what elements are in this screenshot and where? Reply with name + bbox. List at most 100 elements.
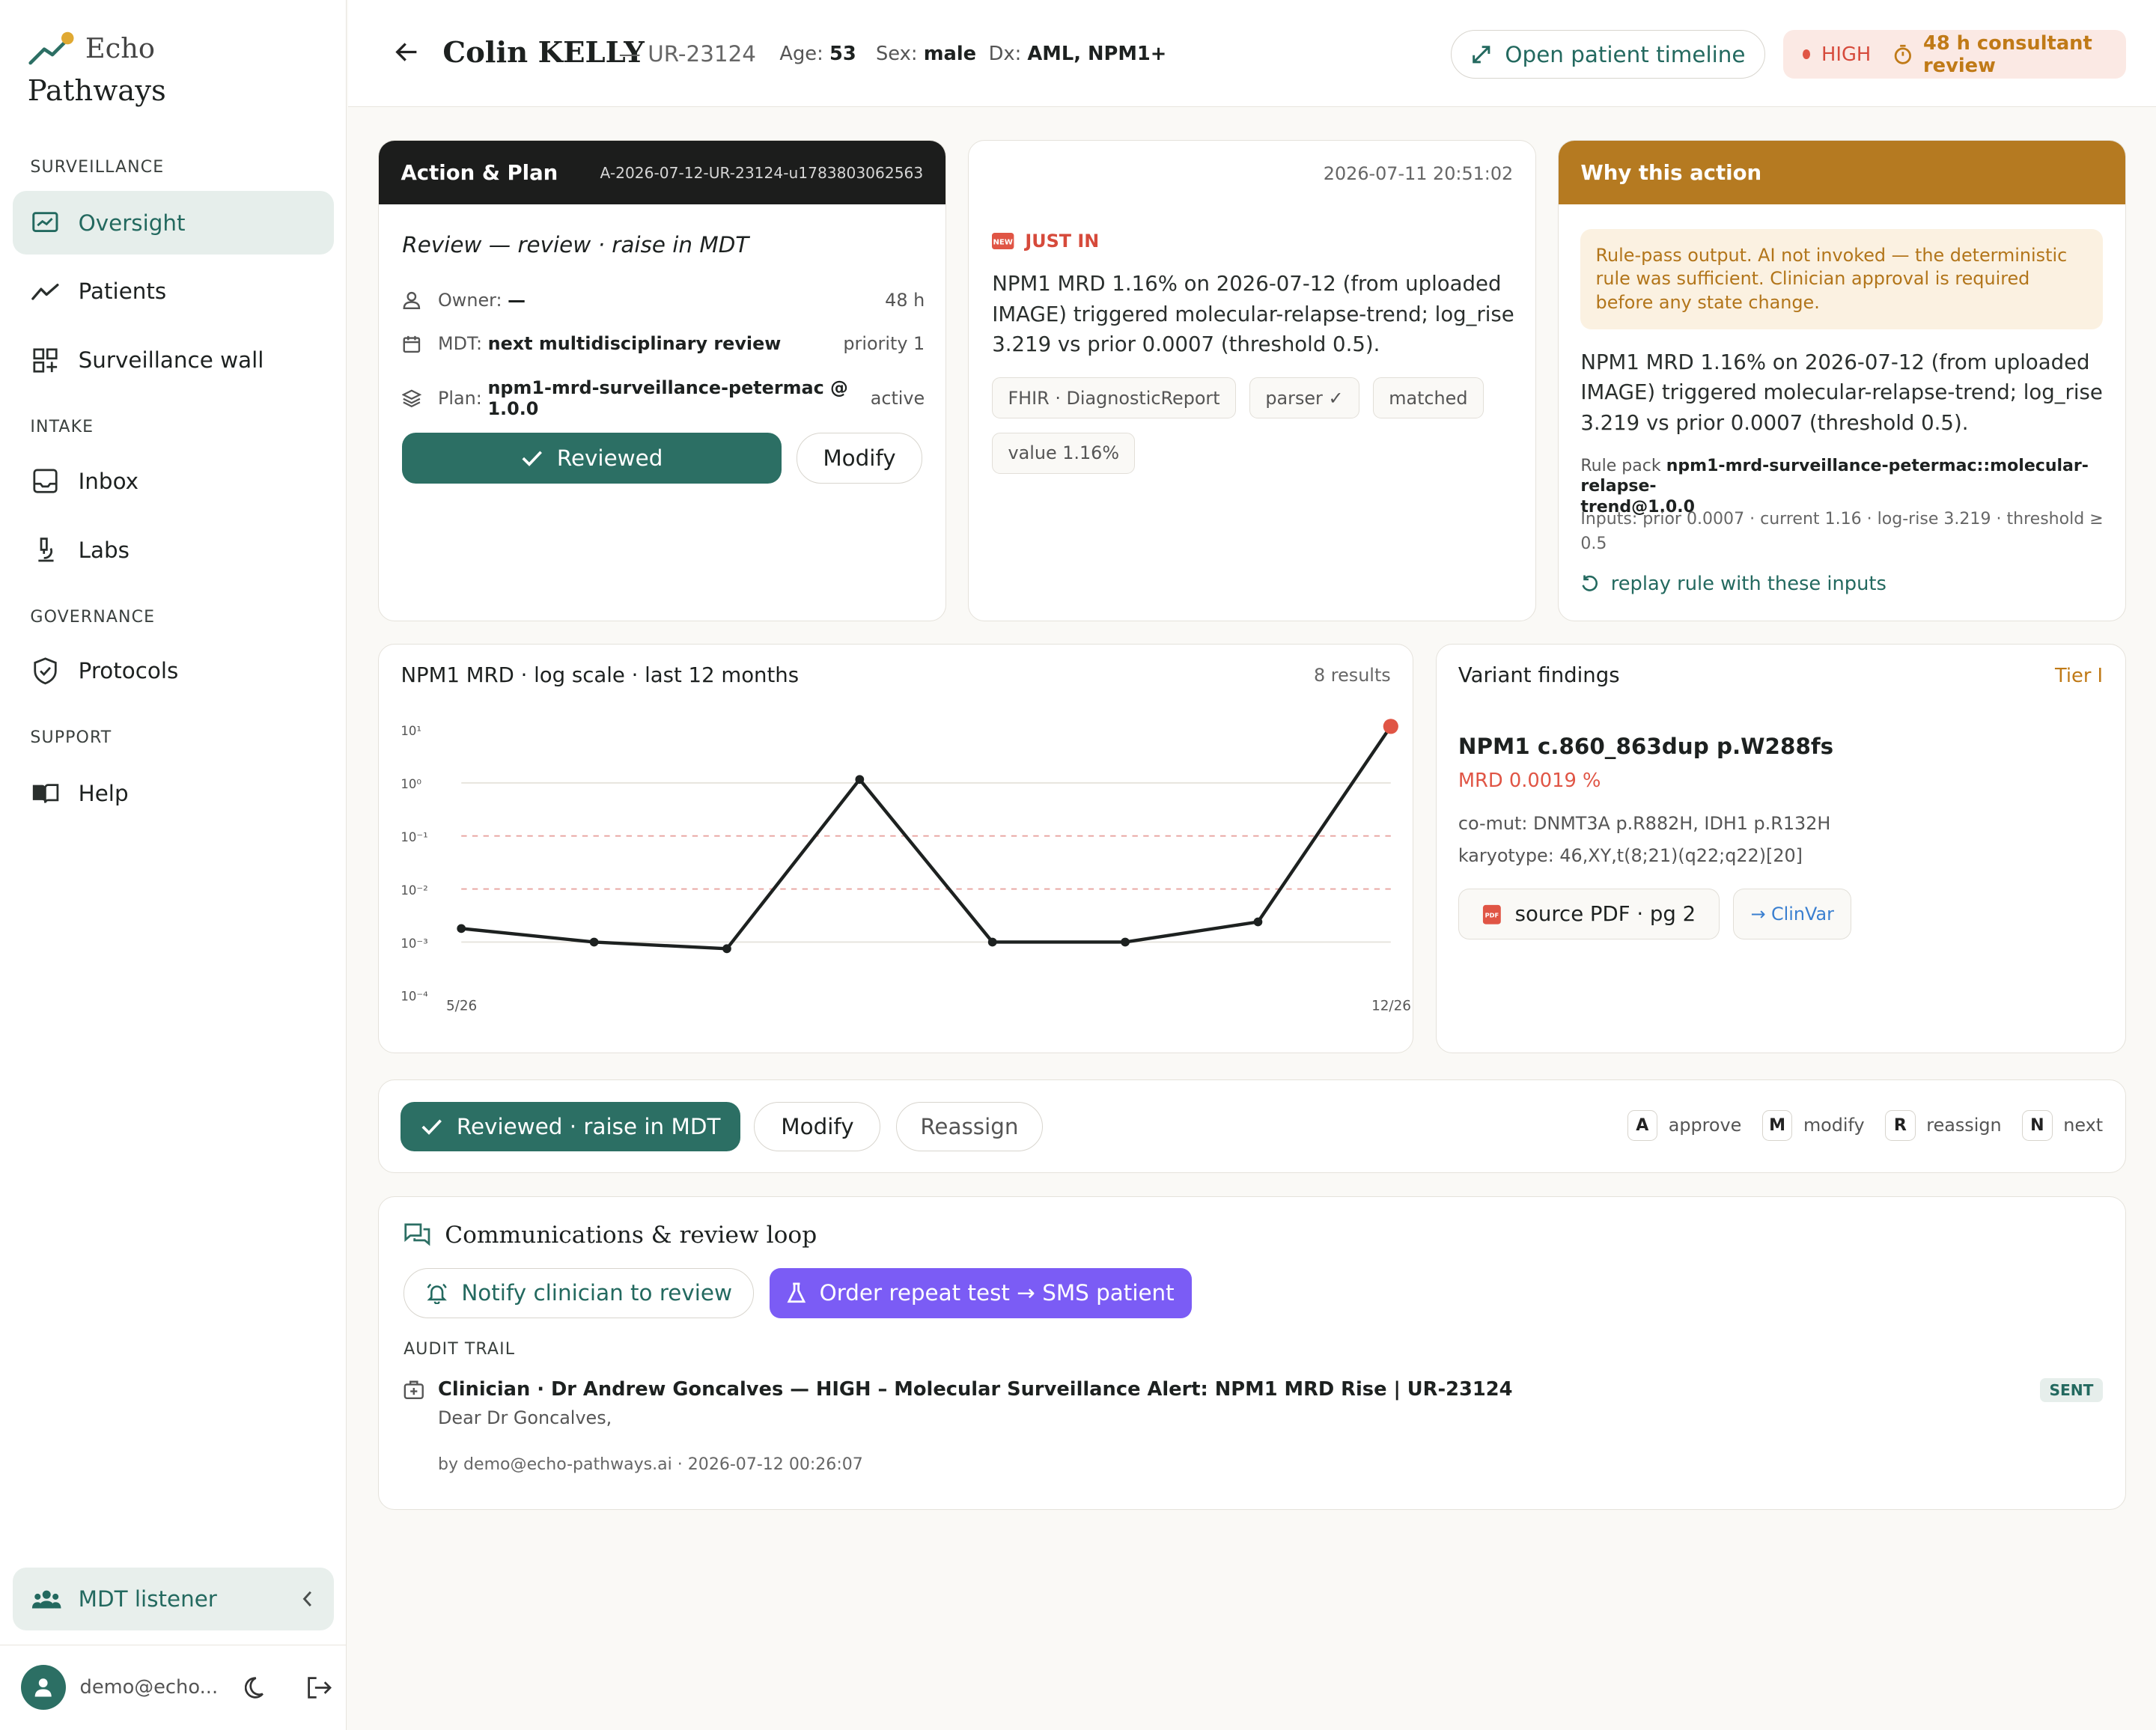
monitor-chart-icon — [31, 209, 59, 237]
brand-name-top: Echo — [85, 31, 155, 64]
keyboard-shortcuts: A approve M modify R reassign N next — [1627, 1110, 2103, 1141]
open-timeline-button[interactable]: Open patient timeline — [1450, 30, 1766, 79]
variant-karyotype: karyotype: 46,XY,t(8;21)(q22;q22)[20] — [1458, 844, 1803, 866]
event-text: NPM1 MRD 1.16% on 2026-07-12 (from uploa… — [992, 272, 1514, 356]
sidebar-item-label: Help — [78, 780, 129, 806]
severity-level: HIGH — [1821, 43, 1872, 66]
data-point — [1121, 937, 1130, 946]
modify-button[interactable]: Modify — [797, 432, 922, 484]
order-repeat-test-button[interactable]: Order repeat test → SMS patient — [769, 1268, 1192, 1318]
series-line — [461, 725, 1392, 951]
variant-card: Variant findings Tier I NPM1 c.860_863du… — [1435, 643, 2126, 1053]
section-support: SUPPORT — [30, 728, 112, 748]
tag-matched: matched — [1373, 377, 1484, 419]
trend-line-icon — [31, 278, 59, 305]
audit-entry-meta: by demo@echo-pathways.ai · 2026-07-12 00… — [438, 1455, 863, 1475]
mdt-row: MDT: next multidisciplinary review prior… — [402, 333, 925, 354]
y-tick-label: 10¹ — [401, 724, 421, 738]
moon-icon[interactable] — [244, 1675, 270, 1700]
why-title: Why this action — [1558, 141, 2125, 204]
sidebar: Echo Pathways SURVEILLANCE Oversight Pat… — [0, 0, 347, 1730]
y-tick-label: 10⁻¹ — [401, 830, 427, 844]
section-governance: GOVERNANCE — [30, 607, 156, 627]
sidebar-item-labs[interactable]: Labs — [13, 518, 335, 581]
sidebar-item-label: Surveillance wall — [78, 347, 264, 374]
logout-icon[interactable] — [305, 1675, 333, 1700]
audit-trail-label: AUDIT TRAIL — [404, 1339, 516, 1359]
why-text: NPM1 MRD 1.16% on 2026-07-12 (from uploa… — [1580, 350, 2103, 435]
svg-text:PDF: PDF — [1484, 911, 1499, 919]
event-timestamp: 2026-07-11 20:51:02 — [1323, 162, 1514, 184]
variant-title: Variant findings — [1458, 663, 1620, 688]
priority: priority 1 — [843, 333, 925, 355]
brand-logo[interactable]: Echo Pathways — [28, 30, 166, 108]
microscope-icon — [31, 536, 59, 564]
action-subtitle: Review — review · raise in MDT — [402, 231, 749, 258]
data-point — [589, 937, 599, 946]
plan-row: Plan: npm1-mrd-surveillance-petermac @ 1… — [402, 377, 925, 419]
tag-value: value 1.16% — [992, 432, 1136, 474]
patient-header: Colin KELLY — UR-23124 Age: 53 Sex: male… — [347, 0, 2156, 108]
notify-clinician-button[interactable]: Notify clinician to review — [404, 1268, 755, 1318]
variant-comut: co-mut: DNMT3A p.R882H, IDH1 p.R132H — [1458, 813, 1831, 835]
new-badge-icon: NEW — [992, 232, 1014, 249]
audit-entry-body: Dear Dr Goncalves, — [438, 1407, 612, 1428]
data-point — [1253, 917, 1263, 926]
patient-ur: — UR-23124 — [618, 41, 756, 67]
svg-text:NEW: NEW — [993, 238, 1013, 246]
shortcut-key-approve: A — [1627, 1110, 1658, 1141]
sidebar-item-oversight[interactable]: Oversight — [12, 191, 335, 255]
open-timeline-label: Open patient timeline — [1505, 41, 1746, 67]
source-pdf-button[interactable]: PDF source PDF · pg 2 — [1458, 889, 1720, 940]
sidebar-item-protocols[interactable]: Protocols — [13, 639, 335, 702]
x-tick-label: 12/26 — [1371, 998, 1411, 1014]
patient-dx: Dx: AML, NPM1+ — [988, 42, 1167, 65]
echo-logo-icon — [28, 30, 77, 66]
audit-entry-title: Clinician · Dr Andrew Goncalves — HIGH –… — [438, 1378, 1513, 1401]
tag-fhir: FHIR · DiagnosticReport — [992, 377, 1236, 419]
inbox-icon — [31, 467, 59, 495]
bell-icon — [426, 1282, 448, 1305]
user-email: demo@echo... — [79, 1676, 219, 1699]
replay-rule-link[interactable]: replay rule with these inputs — [1580, 573, 1886, 595]
shortcut-label-modify: modify — [1803, 1115, 1865, 1136]
sidebar-item-inbox[interactable]: Inbox — [13, 450, 335, 513]
tier-badge: Tier I — [2054, 665, 2104, 688]
action-plan-title: Action & Plan — [401, 160, 558, 185]
data-point — [722, 943, 731, 953]
clinvar-link[interactable]: → ClinVar — [1733, 889, 1852, 940]
tag-parser: parser ✓ — [1249, 377, 1359, 419]
y-tick-label: 10⁻³ — [401, 936, 427, 950]
modify-action-button[interactable]: Modify — [754, 1102, 881, 1152]
data-point — [457, 924, 466, 933]
sidebar-item-label: Protocols — [78, 658, 179, 684]
reviewed-button[interactable]: Reviewed — [402, 432, 782, 484]
why-note: Rule-pass output. AI not invoked — the d… — [1580, 228, 2104, 329]
status-badge: SENT — [2039, 1378, 2104, 1402]
sidebar-item-label: Labs — [78, 537, 130, 563]
expand-arrow-icon — [1471, 44, 1492, 65]
shortcut-label-approve: approve — [1668, 1115, 1742, 1136]
data-point — [987, 937, 997, 946]
sidebar-item-label: Patients — [78, 278, 167, 305]
avatar[interactable] — [20, 1664, 67, 1711]
shortcut-key-reassign: R — [1885, 1110, 1916, 1141]
sidebar-item-help[interactable]: Help — [13, 762, 335, 825]
person-icon — [402, 290, 421, 310]
reviewed-raise-mdt-button[interactable]: Reviewed · raise in MDT — [401, 1102, 741, 1152]
mdt-listener-toggle[interactable]: MDT listener — [12, 1567, 335, 1631]
communications-header: Communications & review loop — [404, 1222, 817, 1249]
latest-point — [1383, 718, 1398, 734]
sidebar-item-surveillance-wall[interactable]: Surveillance wall — [13, 329, 335, 392]
rule-inputs: Inputs: prior 0.0007 · current 1.16 · lo… — [1580, 509, 2104, 553]
back-arrow-icon[interactable] — [395, 40, 419, 64]
replay-icon — [1580, 574, 1600, 594]
data-point — [855, 774, 865, 784]
sidebar-item-patients[interactable]: Patients — [13, 260, 335, 323]
chevron-left-icon[interactable] — [301, 1589, 314, 1609]
patient-name: Colin KELLY — [442, 35, 645, 70]
y-tick-label: 10⁰ — [401, 777, 421, 791]
patient-age: Age: 53 — [779, 42, 856, 65]
reassign-button[interactable]: Reassign — [895, 1102, 1044, 1152]
shortcut-label-reassign: reassign — [1926, 1115, 2002, 1136]
